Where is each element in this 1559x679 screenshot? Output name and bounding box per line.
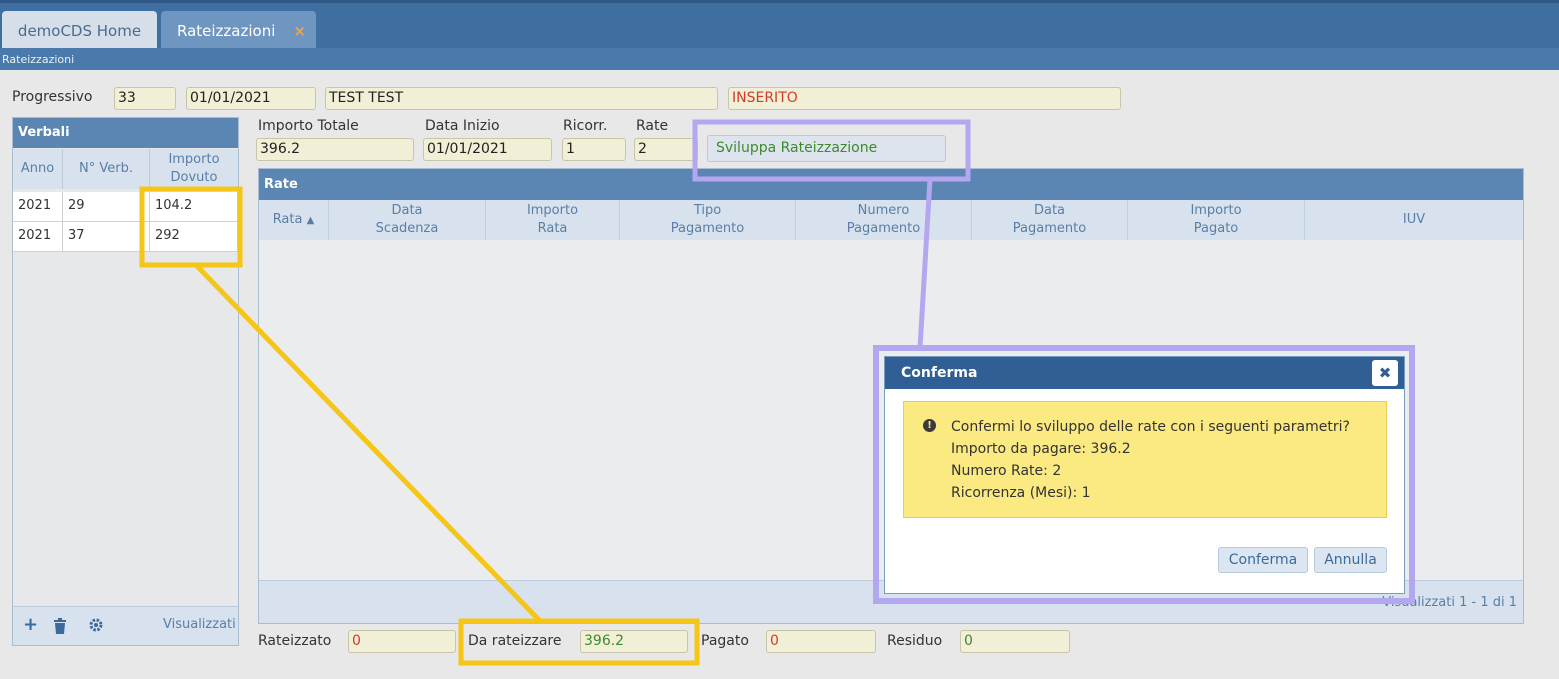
verbali-title: Verbali (13, 118, 238, 148)
col-line2: Pagamento (670, 221, 745, 236)
verbali-panel: Verbali Anno N° Verb. Importo Dovuto 202… (12, 117, 239, 646)
col-tipo-pagamento[interactable]: Tipo Pagamento (620, 200, 796, 240)
ricorrenza-field[interactable]: 1 (562, 138, 626, 161)
status-field: INSERITO (728, 87, 1121, 110)
col-anno[interactable]: Anno (13, 149, 63, 189)
pagato-label: Pagato (701, 633, 749, 649)
close-tab-icon[interactable]: × (293, 11, 306, 51)
progressivo-label: Progressivo (12, 89, 93, 105)
rate-count-field[interactable]: 2 (634, 138, 698, 161)
data-inizio-label: Data Inizio (425, 118, 500, 134)
col-rata-label: Rata (272, 212, 303, 227)
rate-title: Rate (259, 169, 1523, 200)
message-line: Ricorrenza (Mesi): 1 (951, 485, 1091, 501)
col-line2: Pagato (1193, 221, 1239, 236)
col-importo-dovuto[interactable]: Importo Dovuto (150, 149, 238, 189)
residuo-label: Residuo (887, 633, 943, 649)
rate-label: Rate (636, 118, 669, 134)
date-field[interactable]: 01/01/2021 (186, 87, 316, 110)
tab-democds-home[interactable]: demoCDS Home (2, 11, 157, 51)
residuo-field: 0 (960, 630, 1070, 653)
col-line1: Importo (526, 203, 579, 218)
message-line: Numero Rate: 2 (951, 463, 1062, 479)
importo-totale-label: Importo Totale (258, 118, 359, 134)
col-numero-pagamento[interactable]: Numero Pagamento (796, 200, 972, 240)
col-importo-rata[interactable]: Importo Rata (486, 200, 620, 240)
conferma-button[interactable]: Conferma (1218, 547, 1308, 573)
progressivo-field[interactable]: 33 (114, 87, 176, 110)
col-data-scadenza[interactable]: Data Scadenza (329, 200, 486, 240)
data-inizio-field[interactable]: 01/01/2021 (423, 138, 552, 161)
dialog-message: Confermi lo sviluppo delle rate con i se… (951, 416, 1350, 504)
da-rateizzare-field: 396.2 (580, 630, 688, 653)
col-rata[interactable]: Rata ▲ (259, 200, 329, 240)
table-cell-anno[interactable]: 2021 (13, 222, 63, 252)
message-line: Importo da pagare: 396.2 (951, 441, 1131, 457)
gear-icon[interactable] (89, 618, 103, 632)
rate-pager-text: Visualizzati 1 - 1 di 1 (1382, 595, 1517, 610)
col-numero-verbale[interactable]: N° Verb. (63, 149, 150, 189)
col-line1: Data (1033, 203, 1066, 218)
verbali-toolbar: + Visualizzati (13, 606, 238, 645)
col-line1: Numero (857, 203, 910, 218)
table-cell-numero[interactable]: 29 (63, 192, 150, 222)
breadcrumb: Rateizzazioni (0, 48, 1559, 70)
col-line1: Importo (1190, 203, 1242, 218)
tab-label: Rateizzazioni (177, 22, 276, 40)
table-cell-numero[interactable]: 37 (63, 222, 150, 252)
col-line2: Pagamento (1012, 221, 1087, 236)
pagato-field: 0 (766, 630, 876, 653)
col-data-pagamento[interactable]: Data Pagamento (972, 200, 1128, 240)
rateizzato-field: 0 (348, 630, 456, 653)
col-iuv[interactable]: IUV (1305, 200, 1523, 240)
name-field[interactable]: TEST TEST (325, 87, 718, 110)
col-importo-pagato[interactable]: Importo Pagato (1128, 200, 1305, 240)
sort-icon: ▲ (306, 215, 315, 226)
col-line2: Rata (537, 221, 568, 236)
col-line2: Scadenza (375, 221, 439, 236)
close-dialog-icon[interactable]: ✖ (1372, 360, 1398, 386)
table-cell-importo[interactable]: 292 (150, 222, 238, 252)
dialog-title: Conferma (885, 357, 1404, 389)
alert-icon: ! (923, 419, 936, 432)
confirm-dialog: Conferma ✖ ! Confermi lo sviluppo delle … (884, 356, 1405, 594)
sviluppa-rateizzazione-button[interactable]: Sviluppa Rateizzazione (707, 135, 946, 162)
tab-bar: demoCDS Home Rateizzazioni × (0, 0, 1559, 51)
table-cell-anno[interactable]: 2021 (13, 192, 63, 222)
verbali-pager-text: Visualizzati (163, 617, 236, 632)
col-line2: Pagamento (846, 221, 921, 236)
annulla-button[interactable]: Annulla (1314, 547, 1387, 573)
da-rateizzare-label: Da rateizzare (468, 633, 562, 649)
importo-totale-field[interactable]: 396.2 (256, 138, 414, 161)
tab-rateizzazioni[interactable]: Rateizzazioni × (161, 11, 316, 51)
table-cell-importo[interactable]: 104.2 (150, 192, 238, 222)
trash-icon[interactable] (53, 618, 67, 634)
message-line: Confermi lo sviluppo delle rate con i se… (951, 419, 1350, 435)
col-line1: Data (391, 203, 423, 218)
dialog-message-box: ! Confermi lo sviluppo delle rate con i … (903, 401, 1387, 518)
add-icon[interactable]: + (23, 614, 38, 635)
rateizzato-label: Rateizzato (258, 633, 332, 649)
col-line1: Tipo (693, 203, 722, 218)
ricorrenza-label: Ricorr. (563, 118, 608, 134)
